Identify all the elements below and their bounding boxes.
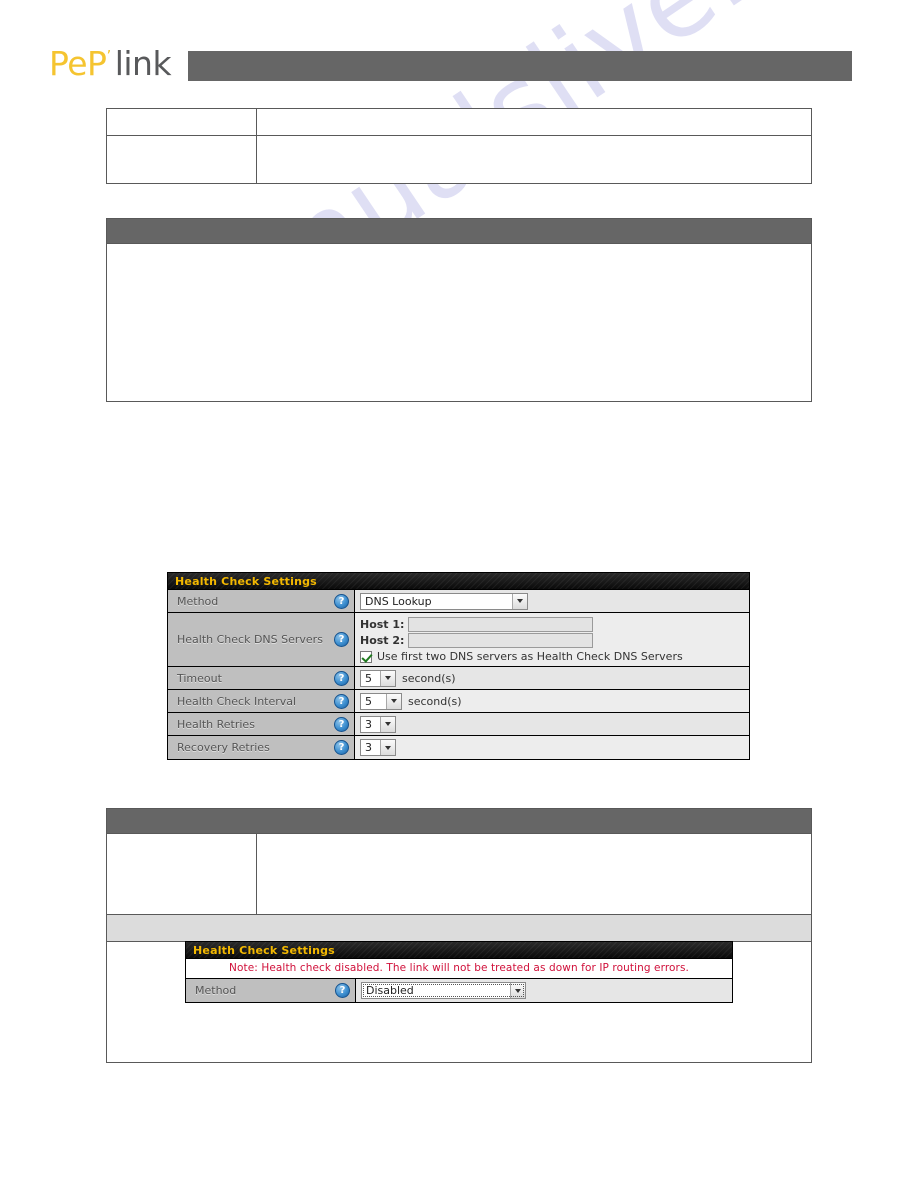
field-label: Recovery Retries: [177, 741, 270, 754]
table-cell-label: [107, 109, 257, 135]
field-label: Timeout: [177, 671, 222, 685]
timeout-select[interactable]: 5: [360, 669, 396, 687]
question-mark-icon[interactable]: ?: [334, 593, 349, 609]
table-cell-label: [107, 834, 257, 914]
recovery-retries-select-value: 3: [365, 741, 372, 754]
host-2-input[interactable]: [408, 633, 593, 648]
recovery-retries-select[interactable]: 3: [360, 739, 396, 756]
row-recovery-retries: Recovery Retries ? 3: [168, 736, 749, 759]
label-cell-method: Method ?: [168, 590, 355, 612]
value-cell-recovery-retries: 3: [355, 736, 749, 759]
value-cell-timeout: 5 second(s): [355, 667, 749, 689]
label-cell-interval: Health Check Interval ?: [168, 690, 355, 712]
question-mark-icon[interactable]: ?: [334, 670, 349, 686]
method-select[interactable]: DNS Lookup: [360, 592, 528, 610]
logo-secondary-text: link: [114, 44, 172, 83]
host-1-input[interactable]: [408, 617, 593, 632]
table-row: [107, 135, 811, 183]
panel-header-bar: [107, 809, 811, 834]
row-timeout: Timeout ? 5 second(s): [168, 667, 749, 690]
interval-unit-label: second(s): [408, 694, 462, 708]
page-root: manualslive.com PeP’ link Health Check Se…: [0, 0, 918, 1188]
host-1-label: Host 1:: [360, 618, 405, 631]
host-2-label: Host 2:: [360, 634, 405, 647]
checkbox-label: Use first two DNS servers as Health Chec…: [377, 650, 683, 663]
field-label: Health Retries: [177, 717, 255, 731]
doc-table-top: [106, 108, 812, 184]
logo-primary-text: PeP: [49, 44, 107, 83]
label-cell-method: Method ?: [186, 979, 356, 1002]
label-cell-health-retries: Health Retries ?: [168, 713, 355, 735]
health-retries-select-value: 3: [365, 717, 372, 731]
table-separator-band: [107, 914, 811, 942]
value-cell-method: Disabled: [356, 979, 732, 1002]
table-row: [107, 109, 811, 135]
method-select-value: DNS Lookup: [365, 594, 432, 608]
brand-gray-bar: [188, 51, 852, 81]
chevron-down-icon: [380, 740, 395, 755]
dns-hosts-group: Host 1: Host 2: Use first two DNS server…: [360, 615, 745, 664]
peplink-logo: PeP’ link: [49, 44, 172, 83]
question-mark-icon[interactable]: ?: [335, 983, 350, 998]
value-cell-health-retries: 3: [355, 713, 749, 735]
doc-table-bottom: [106, 808, 812, 1063]
row-health-check-dns-servers: Health Check DNS Servers ? Host 1: Host …: [168, 613, 749, 667]
question-mark-icon[interactable]: ?: [334, 632, 349, 647]
table-row: [107, 834, 811, 914]
label-cell-dns-servers: Health Check DNS Servers ?: [168, 613, 355, 666]
health-retries-select[interactable]: 3: [360, 715, 396, 733]
value-cell-interval: 5 second(s): [355, 690, 749, 712]
field-label: Health Check DNS Servers: [177, 633, 323, 646]
row-health-retries: Health Retries ? 3: [168, 713, 749, 736]
label-cell-timeout: Timeout ?: [168, 667, 355, 689]
interval-select[interactable]: 5: [360, 692, 402, 710]
row-method: Method ? DNS Lookup: [168, 590, 749, 613]
health-check-settings-panel: Health Check Settings Method ? DNS Looku…: [167, 572, 750, 760]
label-cell-recovery-retries: Recovery Retries ?: [168, 736, 355, 759]
field-label: Method: [195, 984, 237, 997]
logo-trademark: ’: [106, 47, 111, 65]
use-first-two-dns-checkbox-row[interactable]: Use first two DNS servers as Health Chec…: [360, 650, 745, 663]
table-cell-value: [257, 109, 811, 135]
table-cell-label: [107, 136, 257, 183]
chevron-down-icon: [380, 670, 395, 686]
brand-header: PeP’ link: [0, 44, 918, 86]
table-cell-value: [257, 834, 811, 914]
checkbox-icon[interactable]: [360, 650, 372, 663]
doc-table-panel-two: [106, 218, 812, 402]
host-1-line: Host 1:: [360, 617, 745, 632]
chevron-down-icon: [510, 983, 525, 998]
interval-select-value: 5: [365, 694, 372, 708]
question-mark-icon[interactable]: ?: [334, 716, 349, 732]
value-cell-dns-servers: Host 1: Host 2: Use first two DNS server…: [355, 613, 749, 666]
host-2-line: Host 2:: [360, 633, 745, 648]
panel-title: Health Check Settings: [186, 942, 732, 959]
disabled-note-text: Note: Health check disabled. The link wi…: [186, 959, 732, 979]
field-label: Health Check Interval: [177, 694, 297, 708]
row-method: Method ? Disabled: [186, 979, 732, 1002]
panel-title: Health Check Settings: [168, 573, 749, 590]
question-mark-icon[interactable]: ?: [334, 740, 349, 755]
panel-body: [107, 244, 811, 401]
table-cell-value: [257, 136, 811, 183]
health-check-settings-disabled-panel: Health Check Settings Note: Health check…: [185, 941, 733, 1003]
method-select-value: Disabled: [366, 984, 414, 997]
value-cell-method: DNS Lookup: [355, 590, 749, 612]
chevron-down-icon: [512, 593, 527, 609]
field-label: Method: [177, 594, 219, 608]
chevron-down-icon: [380, 716, 395, 732]
panel-header-bar: [107, 219, 811, 244]
chevron-down-icon: [386, 693, 401, 709]
method-select-disabled[interactable]: Disabled: [361, 982, 526, 999]
row-health-check-interval: Health Check Interval ? 5 second(s): [168, 690, 749, 713]
timeout-unit-label: second(s): [402, 671, 456, 685]
question-mark-icon[interactable]: ?: [334, 693, 349, 709]
timeout-select-value: 5: [365, 671, 372, 685]
